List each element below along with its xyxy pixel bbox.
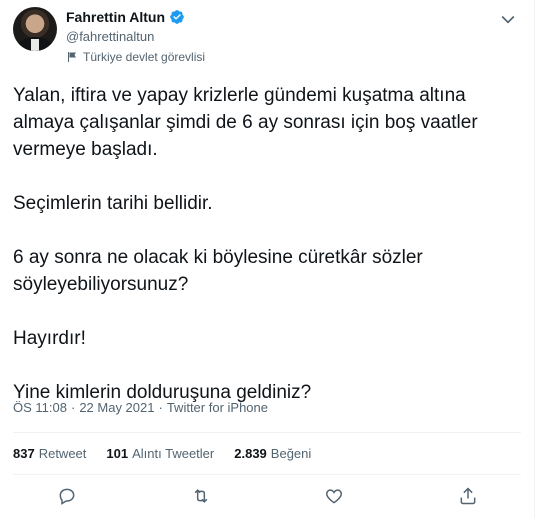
reply-icon[interactable] [57,486,77,506]
quote-label: Alıntı Tweetler [132,446,215,461]
tweet-paragraph: 6 ay sonra ne olacak ki böylesine cüretk… [13,244,513,298]
tweet-line: söyleyebiliyorsunuz? [13,274,189,295]
avatar[interactable] [13,7,57,51]
avatar-collar [31,39,39,51]
meta-separator: · [70,400,76,415]
tweet-line: Yalan, iftira ve yapay krizlerle gündemi… [13,85,466,106]
tweet-source[interactable]: Twitter for iPhone [167,400,268,415]
like-count: 2.839 [234,446,267,461]
tweet-line: 6 ay sonra ne olacak ki böylesine cüretk… [13,247,423,268]
tweet-line: almaya çalışanlar şimdi de 6 ay sonrası … [13,112,478,133]
tweet-paragraph: Yalan, iftira ve yapay krizlerle gündemi… [13,82,513,163]
engagement-stats: 837 Retweet 101 Alıntı Tweetler 2.839 Beğen… [13,446,311,461]
tweet-paragraph: Hayırdır! [13,325,513,352]
divider [13,432,521,433]
flag-icon [68,52,76,62]
like-label: Beğeni [270,446,312,461]
quote-count: 101 [106,446,129,461]
tweet-line: vermeye başladı. [13,139,158,160]
author-handle[interactable]: @fahrettinaltun [66,29,154,44]
divider [13,474,521,475]
tweet-paragraph: Seçimlerin tarihi bellidir. [13,190,513,217]
tweet-date[interactable]: 22 May 2021 [79,400,154,415]
like-icon[interactable] [324,486,344,506]
share-icon[interactable] [458,486,478,506]
retweet-label: Retweet [38,446,87,461]
author-name[interactable]: Fahrettin Altun [66,9,165,25]
tweet-text: Yalan, iftira ve yapay krizlerle gündemi… [13,82,513,406]
meta-separator: · [158,400,163,415]
tweet-meta: ÖS 11:08 · 22 May 2021 · Twitter for iPh… [13,400,268,415]
government-label[interactable]: Türkiye devlet görevlisi [66,50,205,64]
tweet-time[interactable]: ÖS 11:08 [13,400,67,415]
action-bar [0,486,535,506]
tweet-line: Hayırdır! [13,328,86,349]
verified-badge-icon [170,10,184,24]
tweet-card: Fahrettin Altun @fahrettinaltun Türkiye … [0,0,535,518]
more-caret-icon[interactable] [498,9,518,29]
retweet-count: 837 [13,446,35,461]
author-name-row: Fahrettin Altun [66,9,185,25]
retweet-icon[interactable] [191,486,211,506]
retweet-stat[interactable]: 837 Retweet [13,446,86,461]
tweet-line: Seçimlerin tarihi bellidir. [13,193,213,214]
like-stat[interactable]: 2.839 Beğeni [234,446,311,461]
government-label-text: Türkiye devlet görevlisi [83,50,206,64]
quote-stat[interactable]: 101 Alıntı Tweetler [106,446,214,461]
